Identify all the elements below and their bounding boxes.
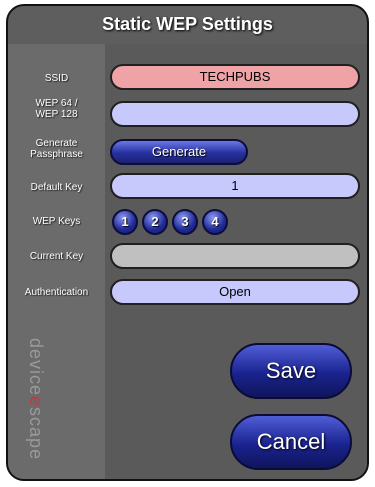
wep-key-2-button[interactable]: 2 [142,209,168,235]
wep-label: WEP 64 / WEP 128 [8,98,105,120]
wep-label-line2: WEP 128 [35,109,78,120]
generate-passphrase-label: Generate Passphrase [8,138,105,160]
ssid-label: SSID [44,73,69,84]
authentication-label: Authentication [24,287,89,298]
generate-button[interactable]: Generate [110,139,248,165]
default-key-field[interactable]: 1 [110,173,360,199]
wep-key-4-button[interactable]: 4 [202,209,228,235]
wep-keys-label: WEP Keys [32,216,81,227]
logo-text: deviceescape [26,338,46,461]
current-key-label: Current Key [29,251,84,262]
authentication-field[interactable]: Open [110,279,360,305]
wep-label-line1: WEP 64 / [35,98,78,109]
generate-label-line2: Passphrase [30,149,83,160]
devicescape-logo: deviceescape [18,338,54,473]
generate-label-line1: Generate [35,138,78,149]
save-button[interactable]: Save [230,343,352,399]
settings-panel: Static WEP Settings SSID WEP 64 / WEP 12… [6,4,369,481]
wep-key-1-button[interactable]: 1 [112,209,138,235]
wep-key-field[interactable] [110,101,360,127]
wep-key-3-button[interactable]: 3 [172,209,198,235]
ssid-field[interactable]: TECHPUBS [110,64,360,90]
current-key-field [110,243,360,269]
default-key-label: Default Key [30,182,83,193]
cancel-button[interactable]: Cancel [230,414,352,470]
page-title: Static WEP Settings [102,14,273,34]
